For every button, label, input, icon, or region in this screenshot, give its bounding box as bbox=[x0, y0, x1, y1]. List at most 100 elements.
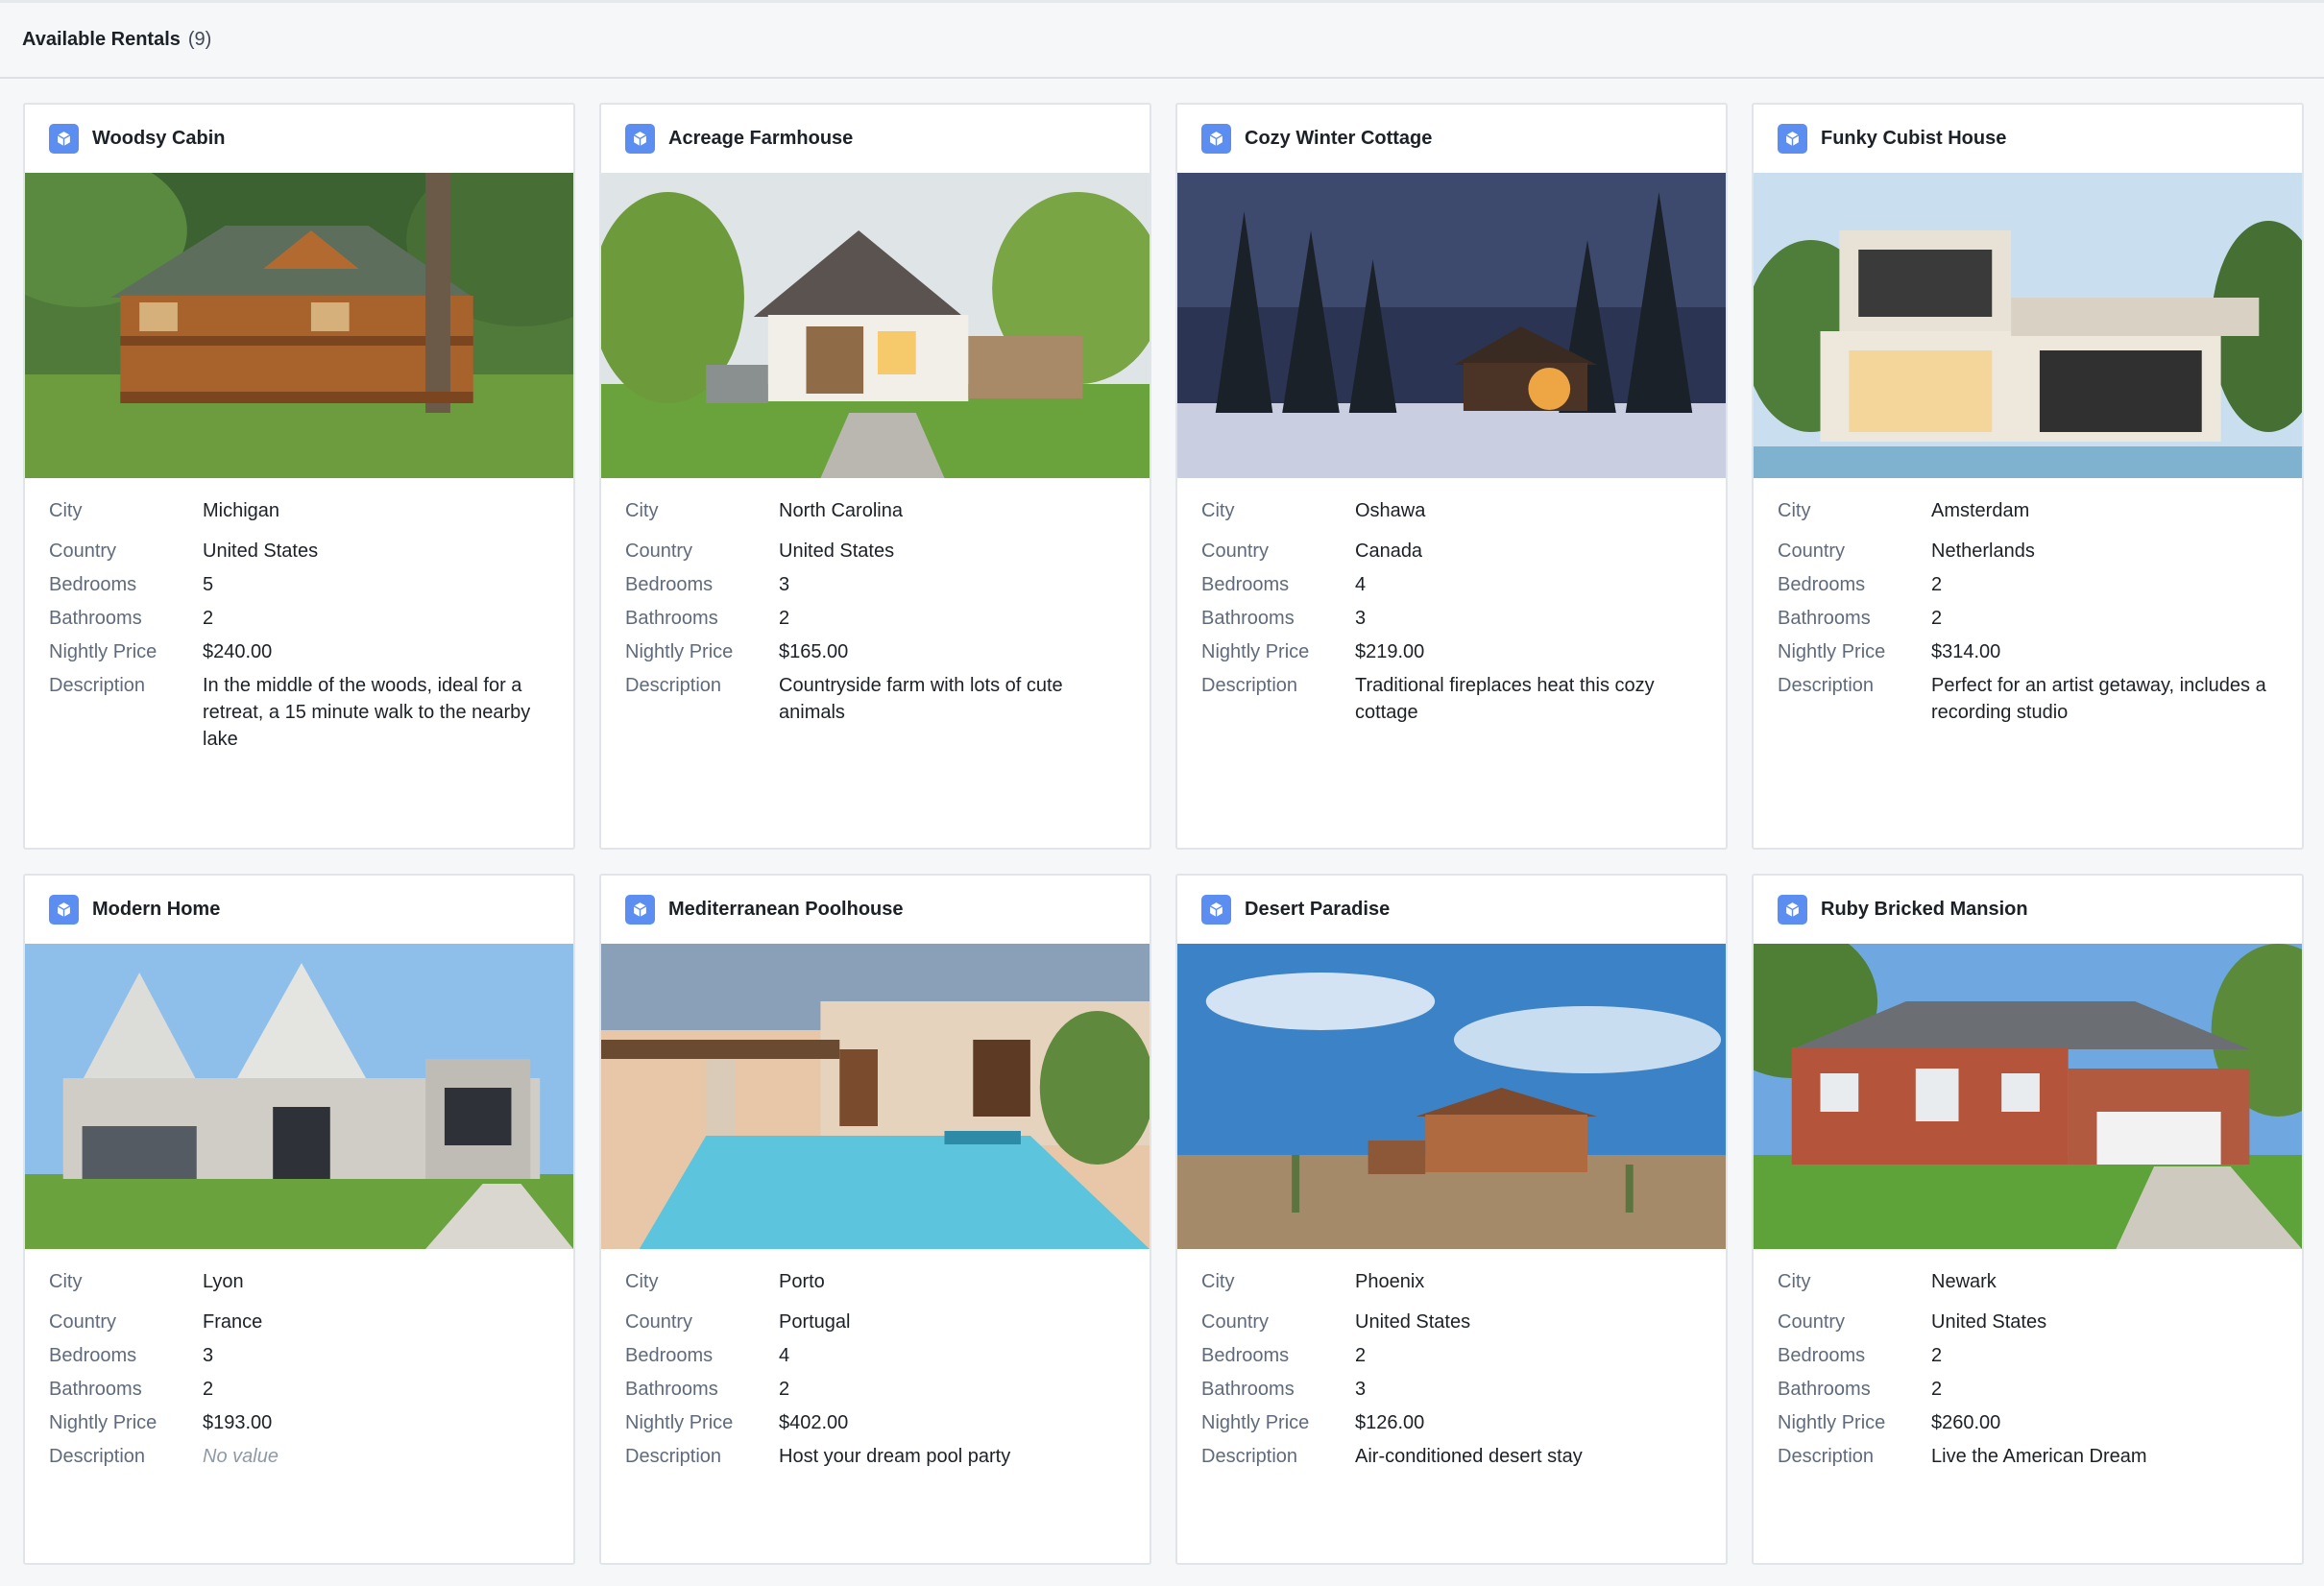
prop-city: City North Carolina bbox=[625, 500, 903, 521]
rental-card[interactable]: Cozy Winter Cottage City Oshawa Country … bbox=[1175, 103, 1728, 850]
prop-country: Country United States bbox=[1201, 1311, 1471, 1333]
rental-card[interactable]: Woodsy Cabin City Michigan Country Unite… bbox=[23, 103, 575, 850]
poolhouse-photo bbox=[601, 944, 1150, 1249]
object-cube-icon bbox=[625, 895, 655, 925]
prop-nightly-price: Nightly Price $165.00 bbox=[625, 641, 849, 662]
rental-card[interactable]: Desert Paradise City Phoenix Country Unit bbox=[1175, 874, 1728, 1565]
card-header: Ruby Bricked Mansion bbox=[1754, 876, 2302, 944]
prop-nightly-price: Nightly Price $193.00 bbox=[49, 1412, 273, 1433]
result-count: (9) bbox=[187, 29, 212, 50]
prop-country: Country France bbox=[49, 1311, 263, 1333]
prop-bedrooms: Bedrooms 2 bbox=[1201, 1345, 1367, 1366]
card-title[interactable]: Cozy Winter Cottage bbox=[1245, 128, 1432, 150]
prop-bathrooms: Bathrooms 2 bbox=[1778, 1379, 1943, 1400]
prop-bedrooms: Bedrooms 3 bbox=[49, 1345, 214, 1366]
prop-bathrooms: Bathrooms 2 bbox=[49, 608, 214, 629]
prop-bathrooms: Bathrooms 3 bbox=[1201, 1379, 1367, 1400]
card-header: Mediterranean Poolhouse bbox=[601, 876, 1150, 944]
prop-description: Description No value bbox=[49, 1446, 278, 1467]
property-list: City Lyon Country France Bedrooms 3 Bathroo… bbox=[25, 1249, 573, 1470]
prop-description: Description Perfect for an artist getaway… bbox=[1778, 675, 2266, 723]
prop-description: Description Countryside farm with lots of… bbox=[625, 675, 1063, 723]
prop-country: Country United States bbox=[625, 541, 895, 562]
card-header: Acreage Farmhouse bbox=[601, 105, 1150, 173]
property-list: City Oshawa Country Canada Bedrooms 4 Bathr… bbox=[1177, 478, 1726, 726]
card-header: Modern Home bbox=[25, 876, 573, 944]
desert-house-photo bbox=[1177, 944, 1726, 1249]
header-bar: Available Rentals (9) bbox=[0, 0, 2324, 79]
card-title[interactable]: Desert Paradise bbox=[1245, 899, 1390, 921]
prop-country: Country Netherlands bbox=[1778, 541, 2035, 562]
prop-country: Country United States bbox=[49, 541, 319, 562]
prop-city: City Amsterdam bbox=[1778, 500, 2030, 521]
prop-city: City Michigan bbox=[49, 500, 280, 521]
prop-bathrooms: Bathrooms 2 bbox=[625, 608, 790, 629]
prop-city: City Lyon bbox=[49, 1271, 244, 1292]
prop-city: City Porto bbox=[625, 1271, 825, 1292]
card-header: Cozy Winter Cottage bbox=[1177, 105, 1726, 173]
card-title[interactable]: Woodsy Cabin bbox=[92, 128, 226, 150]
prop-description: Description Host your dream pool party bbox=[625, 1446, 1011, 1467]
property-list: City Phoenix Country United States Bedroom… bbox=[1177, 1249, 1726, 1470]
prop-bedrooms: Bedrooms 2 bbox=[1778, 1345, 1943, 1366]
prop-bathrooms: Bathrooms 2 bbox=[49, 1379, 214, 1400]
prop-city: City Oshawa bbox=[1201, 500, 1426, 521]
object-cube-icon bbox=[625, 124, 655, 154]
prop-nightly-price: Nightly Price $240.00 bbox=[49, 641, 273, 662]
property-list: City North Carolina Country United States … bbox=[601, 478, 1150, 726]
property-list: City Michigan Country United States Bedroo… bbox=[25, 478, 573, 753]
prop-nightly-price: Nightly Price $402.00 bbox=[625, 1412, 849, 1433]
object-cube-icon bbox=[1201, 895, 1231, 925]
rental-card[interactable]: Ruby Bricked Mansion City Newark Country… bbox=[1752, 874, 2304, 1565]
prop-description: Description Traditional fireplaces heat t… bbox=[1201, 675, 1655, 723]
prop-bedrooms: Bedrooms 2 bbox=[1778, 574, 1943, 595]
object-cube-icon bbox=[1201, 124, 1231, 154]
prop-country: Country United States bbox=[1778, 1311, 2047, 1333]
prop-bedrooms: Bedrooms 4 bbox=[625, 1345, 790, 1366]
prop-nightly-price: Nightly Price $219.00 bbox=[1201, 641, 1425, 662]
prop-nightly-price: Nightly Price $260.00 bbox=[1778, 1412, 2001, 1433]
property-list: City Amsterdam Country Netherlands Bedroom… bbox=[1754, 478, 2302, 726]
rental-card[interactable]: Funky Cubist House City Amsterdam Countr… bbox=[1752, 103, 2304, 850]
rental-card[interactable]: Acreage Farmhouse City North Carolina Co… bbox=[599, 103, 1151, 850]
prop-city: City Newark bbox=[1778, 1271, 1997, 1292]
prop-nightly-price: Nightly Price $126.00 bbox=[1201, 1412, 1425, 1433]
card-header: Woodsy Cabin bbox=[25, 105, 573, 173]
prop-bedrooms: Bedrooms 3 bbox=[625, 574, 790, 595]
modern-home-photo bbox=[25, 944, 573, 1249]
prop-bathrooms: Bathrooms 2 bbox=[625, 1379, 790, 1400]
card-title[interactable]: Ruby Bricked Mansion bbox=[1821, 899, 2028, 921]
prop-city: City Phoenix bbox=[1201, 1271, 1425, 1292]
object-cube-icon bbox=[49, 895, 79, 925]
page-title: Available Rentals bbox=[22, 29, 181, 50]
log-cabin-photo bbox=[25, 173, 573, 478]
rental-card[interactable]: Mediterranean Poolhouse City Porto Count… bbox=[599, 874, 1151, 1565]
card-title[interactable]: Modern Home bbox=[92, 899, 220, 921]
card-title[interactable]: Mediterranean Poolhouse bbox=[668, 899, 904, 921]
property-list: City Porto Country Portugal Bedrooms 4 Bath… bbox=[601, 1249, 1150, 1470]
property-list: City Newark Country United States Bedrooms… bbox=[1754, 1249, 2302, 1470]
farmhouse-photo bbox=[601, 173, 1150, 478]
prop-description: Description Air-conditioned desert stay bbox=[1201, 1446, 1583, 1467]
prop-country: Country Canada bbox=[1201, 541, 1423, 562]
rental-card-grid: Woodsy Cabin City Michigan Country Unite… bbox=[23, 103, 2304, 1565]
cubist-house-photo bbox=[1754, 173, 2302, 478]
object-cube-icon bbox=[1778, 124, 1807, 154]
card-header: Funky Cubist House bbox=[1754, 105, 2302, 173]
object-cube-icon bbox=[1778, 895, 1807, 925]
object-cube-icon bbox=[49, 124, 79, 154]
card-title[interactable]: Funky Cubist House bbox=[1821, 128, 2006, 150]
card-title[interactable]: Acreage Farmhouse bbox=[668, 128, 853, 150]
prop-description: Description Live the American Dream bbox=[1778, 1446, 2147, 1467]
prop-description: Description In the middle of the woods, i… bbox=[49, 675, 531, 750]
prop-bedrooms: Bedrooms 4 bbox=[1201, 574, 1367, 595]
prop-nightly-price: Nightly Price $314.00 bbox=[1778, 641, 2001, 662]
prop-country: Country Portugal bbox=[625, 1311, 851, 1333]
prop-bedrooms: Bedrooms 5 bbox=[49, 574, 214, 595]
prop-bathrooms: Bathrooms 3 bbox=[1201, 608, 1367, 629]
prop-bathrooms: Bathrooms 2 bbox=[1778, 608, 1943, 629]
card-header: Desert Paradise bbox=[1177, 876, 1726, 944]
winter-cottage-photo bbox=[1177, 173, 1726, 478]
page: Available Rentals (9) Woodsy Cabin City … bbox=[0, 0, 2324, 1586]
rental-card[interactable]: Modern Home City Lyon Country France Bed… bbox=[23, 874, 575, 1565]
